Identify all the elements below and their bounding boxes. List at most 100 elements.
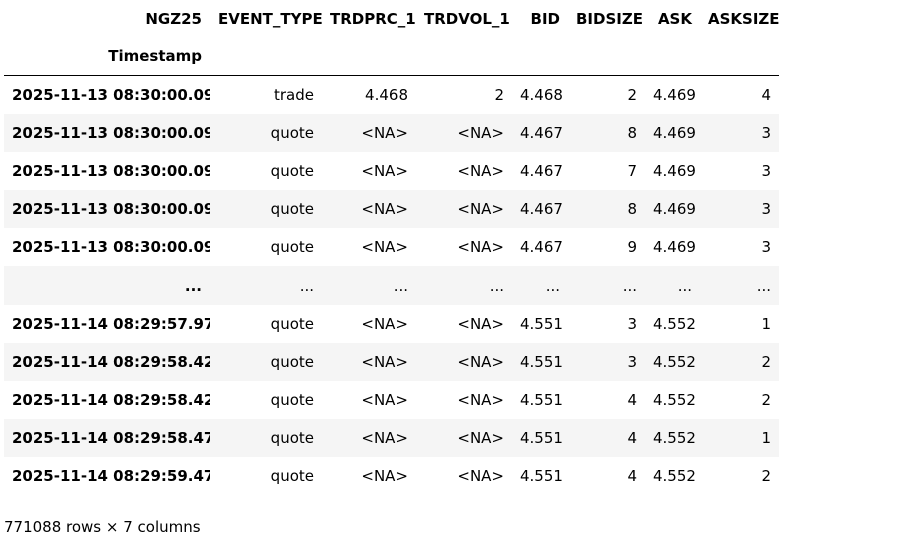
table-row: 2025-11-14 08:29:57.970 quote <NA> <NA> 4.55…	[4, 304, 779, 343]
table-cell: <NA>	[457, 467, 504, 486]
table-cell: quote	[270, 391, 314, 410]
table-row: 2025-11-14 08:29:58.420 quote <NA> <NA> 4.55…	[4, 342, 779, 381]
row-index-timestamp: 2025-11-13 08:30:00.091	[12, 85, 210, 104]
table-cell: 4	[627, 391, 637, 410]
table-cell: <NA>	[361, 238, 408, 257]
table-cell: 2	[627, 85, 637, 104]
table-cell: quote	[270, 429, 314, 448]
table-cell: <NA>	[457, 429, 504, 448]
table-cell: ...	[756, 276, 771, 295]
table-cell: quote	[270, 314, 314, 333]
table-cell: ...	[299, 276, 314, 295]
table-row: 2025-11-14 08:29:59.471 quote <NA> <NA> 4.55…	[4, 457, 779, 496]
row-index-timestamp: 2025-11-14 08:29:57.970	[12, 314, 210, 333]
column-header-ask: ASK	[657, 9, 692, 28]
table-cell: 2	[761, 467, 771, 486]
table-cell: 3	[761, 238, 771, 257]
table-cell: 1	[761, 429, 771, 448]
table-cell: 4.469	[653, 85, 696, 104]
table-cell: 4.552	[653, 391, 696, 410]
table-cell: <NA>	[361, 161, 408, 180]
table-cell: <NA>	[361, 467, 408, 486]
table-cell: quote	[270, 123, 314, 142]
table-cell: quote	[270, 238, 314, 257]
table-cell: 4.551	[520, 314, 563, 333]
table-cell: 3	[627, 352, 637, 371]
row-index-timestamp: 2025-11-13 08:30:00.091	[12, 200, 210, 219]
table-cell: 4	[761, 85, 771, 104]
table-cell: 1	[761, 314, 771, 333]
table-row: 2025-11-14 08:29:58.420 quote <NA> <NA> 4.55…	[4, 381, 779, 420]
table-cell: 4.468	[520, 85, 563, 104]
table-cell: 7	[627, 161, 637, 180]
table-cell: 2	[761, 391, 771, 410]
dataframe-shape-summary: 771088 rows × 7 columns	[4, 518, 201, 536]
dataframe-output: NGZ25 EVENT_TYPE TRDPRC_1 TRDVOL_1 BID B…	[4, 0, 779, 496]
row-index-timestamp: 2025-11-13 08:30:00.091	[12, 123, 210, 142]
table-cell: quote	[270, 200, 314, 219]
table-cell: 3	[761, 123, 771, 142]
table-cell: 4.467	[520, 161, 563, 180]
column-header-bid: BID	[530, 9, 560, 28]
table-cell: <NA>	[457, 238, 504, 257]
table-cell: quote	[270, 352, 314, 371]
row-index-timestamp: 2025-11-14 08:29:58.470	[12, 429, 210, 448]
table-cell: 4.469	[653, 123, 696, 142]
table-cell: <NA>	[457, 123, 504, 142]
table-cell: ...	[622, 276, 637, 295]
table-cell: 8	[627, 200, 637, 219]
table-cell: 4.552	[653, 467, 696, 486]
table-cell: <NA>	[457, 352, 504, 371]
table-row: 2025-11-13 08:30:00.091 quote <NA> <NA> 4.46…	[4, 228, 779, 267]
row-index-timestamp: 2025-11-13 08:30:00.091	[12, 161, 210, 180]
table-cell: 4.467	[520, 123, 563, 142]
table-cell: 8	[627, 123, 637, 142]
table-cell: <NA>	[457, 161, 504, 180]
table-cell: ...	[677, 276, 692, 295]
column-header-trdvol-1: TRDVOL_1	[424, 9, 510, 28]
dataframe-table: NGZ25 EVENT_TYPE TRDPRC_1 TRDVOL_1 BID B…	[4, 0, 779, 496]
table-cell: 4.551	[520, 467, 563, 486]
table-cell: 2	[494, 85, 504, 104]
table-cell: 2	[761, 352, 771, 371]
table-body: 2025-11-13 08:30:00.091 trade 4.468 2 4.468 2…	[4, 75, 779, 496]
index-name-row: Timestamp	[4, 37, 779, 76]
table-row: 2025-11-13 08:30:00.091 quote <NA> <NA> 4.46…	[4, 151, 779, 191]
table-cell: <NA>	[361, 200, 408, 219]
table-cell: <NA>	[361, 429, 408, 448]
table-cell: 4	[627, 467, 637, 486]
table-cell: 4.551	[520, 429, 563, 448]
table-cell: 4.467	[520, 200, 563, 219]
table-cell: 4.552	[653, 352, 696, 371]
row-index-timestamp: 2025-11-14 08:29:58.420	[12, 391, 210, 410]
table-cell: quote	[270, 161, 314, 180]
table-cell: ...	[393, 276, 408, 295]
table-row: 2025-11-13 08:30:00.091 quote <NA> <NA> 4.46…	[4, 190, 779, 229]
row-index-timestamp: ...	[184, 276, 202, 295]
table-cell: 4.551	[520, 391, 563, 410]
row-index-timestamp: 2025-11-13 08:30:00.091	[12, 238, 210, 257]
column-header-bidsize: BIDSIZE	[576, 9, 643, 28]
table-cell: 3	[627, 314, 637, 333]
table-header: NGZ25 EVENT_TYPE TRDPRC_1 TRDVOL_1 BID B…	[4, 0, 779, 76]
table-row: ........................	[4, 266, 779, 305]
table-row: 2025-11-13 08:30:00.091 trade 4.468 2 4.468 2…	[4, 75, 779, 114]
table-cell: <NA>	[457, 200, 504, 219]
table-cell: 4.468	[365, 85, 408, 104]
table-cell: 4.469	[653, 238, 696, 257]
table-cell: <NA>	[361, 123, 408, 142]
table-cell: 9	[627, 238, 637, 257]
table-row: 2025-11-14 08:29:58.470 quote <NA> <NA> 4.55…	[4, 419, 779, 458]
table-cell: <NA>	[361, 391, 408, 410]
table-cell: <NA>	[457, 391, 504, 410]
column-header-trdprc-1: TRDPRC_1	[330, 9, 416, 28]
table-cell: <NA>	[361, 314, 408, 333]
table-cell: 4.469	[653, 161, 696, 180]
columns-name-header: NGZ25	[145, 9, 202, 28]
row-index-timestamp: 2025-11-14 08:29:58.420	[12, 352, 210, 371]
table-cell: trade	[274, 85, 314, 104]
index-name-header: Timestamp	[108, 47, 202, 65]
table-cell: 4.552	[653, 429, 696, 448]
table-cell: 4	[627, 429, 637, 448]
table-cell: 3	[761, 200, 771, 219]
